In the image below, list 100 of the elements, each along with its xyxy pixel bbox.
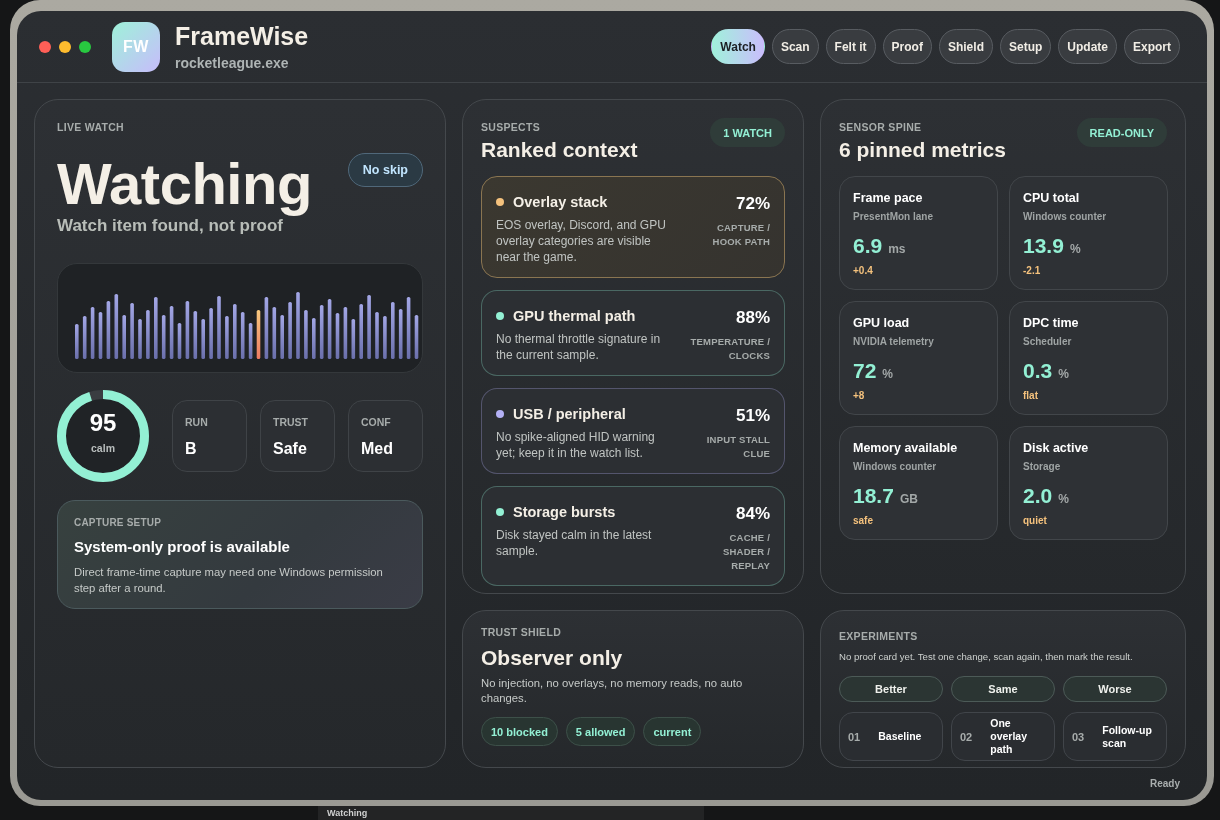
step-label: Follow-up scan: [1102, 723, 1153, 750]
experiments-hint: No proof card yet. Test one change, scan again, then mark the result.: [839, 650, 1134, 663]
step-number: 02: [960, 730, 973, 743]
section-title: Observer only: [481, 645, 624, 671]
suspect-title: Storage bursts: [513, 503, 616, 521]
metric-value: 0.3: [1023, 359, 1053, 383]
suspect-score: 72%: [735, 194, 770, 214]
metric-name: GPU load: [853, 315, 911, 331]
verdict-button[interactable]: Same: [951, 676, 1055, 702]
trust-chip: 10 blocked: [481, 717, 558, 746]
metric-name: Frame pace: [853, 190, 924, 206]
close-window-icon[interactable]: [39, 40, 51, 53]
section-label: SUSPECTS: [481, 120, 541, 134]
suspect-title: USB / peripheral: [513, 405, 626, 423]
section-title: Ranked context: [481, 137, 638, 163]
section-label: TRUST SHIELD: [481, 625, 563, 639]
suspect-score: 88%: [735, 308, 770, 328]
metric-delta: -2.1: [1023, 265, 1042, 277]
suspect-category: CAPTURE / HOOK PATH: [711, 221, 770, 249]
metric-name: Disk active: [1023, 440, 1090, 456]
stat-label: TRUST: [273, 415, 309, 429]
suspect-card[interactable]: Overlay stack EOS overlay, Discord, and GPU overlay categories are visible near the game. 72% CAPTURE / HOOK PATH: [481, 176, 785, 278]
step-label: One overlay path: [990, 717, 1029, 756]
suspect-score: 51%: [735, 406, 770, 426]
nav-tab[interactable]: Shield: [938, 29, 993, 64]
trust-chip: 5 allowed: [565, 717, 636, 746]
section-label: EXPERIMENTS: [839, 629, 919, 643]
suspect-title: GPU thermal path: [513, 307, 636, 325]
maximize-window-icon[interactable]: [79, 40, 91, 53]
process-name: rocketleague.exe: [175, 54, 290, 72]
experiment-step[interactable]: 03 Follow-up scan: [1063, 712, 1167, 761]
stat-label: RUN: [185, 415, 209, 429]
score-value: 95: [89, 410, 117, 436]
app-title: FrameWise: [175, 21, 309, 50]
metric-delta: quiet: [1023, 515, 1048, 527]
metric-source: Scheduler: [1023, 335, 1073, 348]
metric-delta: +8: [853, 390, 866, 402]
suspect-card[interactable]: Storage bursts Disk stayed calm in the latest sample. 84% CACHE / SHADER / REPLAY: [481, 486, 785, 586]
metric-unit: GB: [899, 492, 918, 506]
metric-unit: %: [1058, 367, 1069, 381]
read-only-badge: READ-ONLY: [1076, 118, 1167, 147]
section-title: 6 pinned metrics: [839, 137, 1006, 163]
step-number: 01: [848, 730, 861, 743]
metric-value: 2.0: [1023, 484, 1053, 508]
suspect-title: Overlay stack: [513, 193, 608, 211]
metric-value: 6.9: [853, 234, 883, 258]
metric-source: PresentMon lane: [853, 210, 935, 223]
metric-delta: flat: [1023, 390, 1039, 402]
step-number: 03: [1072, 730, 1085, 743]
metric-unit: %: [1058, 492, 1069, 506]
metric-unit: %: [882, 367, 894, 381]
nav-tab[interactable]: Update: [1058, 29, 1117, 64]
nav-tab[interactable]: Export: [1124, 29, 1180, 64]
status-text: Ready: [1150, 777, 1180, 789]
metric-delta: +0.4: [853, 265, 874, 277]
card-title: System-only proof is available: [74, 537, 291, 556]
minimize-window-icon[interactable]: [59, 40, 71, 53]
suspect-category: CACHE / SHADER / REPLAY: [722, 531, 770, 573]
watch-summary: Watch item found, not proof: [57, 216, 284, 236]
metric-source: Storage: [1023, 460, 1062, 473]
stat-label: CONF: [361, 415, 392, 429]
suspect-score: 84%: [735, 504, 770, 524]
nav-tab[interactable]: Watch: [711, 29, 765, 64]
metric-source: Windows counter: [1023, 210, 1108, 223]
suspect-category: TEMPERATURE / CLOCKS: [689, 335, 770, 363]
no-skip-pill[interactable]: No skip: [347, 153, 423, 187]
nav-tab[interactable]: Setup: [999, 29, 1052, 64]
metric-value: 13.9: [1023, 234, 1064, 258]
card-description: Direct frame-time capture may need one Windows permission step after a round.: [74, 565, 384, 596]
trust-chip: current: [643, 717, 702, 746]
nav-tab[interactable]: Felt it: [825, 29, 876, 64]
stat-value: Safe: [273, 439, 308, 458]
app-logo: FW: [112, 21, 160, 72]
section-description: No injection, no overlays, no memory reads, no auto changes.: [481, 676, 744, 706]
suspect-description: No thermal throttle signature in the current sample.: [496, 331, 662, 363]
metric-name: DPC time: [1023, 315, 1080, 331]
step-label: Baseline: [878, 730, 922, 743]
suspect-card[interactable]: USB / peripheral No spike-aligned HID warning yet; keep it in the watch list. 51% INPUT STALL CLUE: [481, 388, 785, 474]
experiment-step[interactable]: 01 Baseline: [839, 712, 943, 761]
score-caption: calm: [91, 442, 115, 454]
watch-status-heading: Watching: [57, 153, 312, 215]
suspect-category: INPUT STALL CLUE: [705, 433, 770, 461]
stat-value: Med: [361, 439, 394, 458]
suspect-description: No spike-aligned HID warning yet; keep it in the watch list.: [496, 429, 656, 461]
nav-tab[interactable]: Scan: [771, 29, 819, 64]
nav-tab[interactable]: Proof: [882, 29, 932, 64]
section-label: SENSOR SPINE: [839, 120, 923, 134]
card-label: CAPTURE SETUP: [74, 516, 163, 530]
background-window-title: Watching: [327, 807, 368, 819]
watch-count-badge: 1 WATCH: [710, 118, 785, 147]
suspect-description: Disk stayed calm in the latest sample.: [496, 527, 653, 559]
stat-value: B: [185, 439, 198, 458]
metric-value: 72: [853, 359, 877, 383]
metric-value: 18.7: [853, 484, 894, 508]
verdict-button[interactable]: Better: [839, 676, 943, 702]
verdict-button[interactable]: Worse: [1063, 676, 1167, 702]
suspect-card[interactable]: GPU thermal path No thermal throttle signature in the current sample. 88% TEMPERATURE / CLOCKS: [481, 290, 785, 376]
experiment-step[interactable]: 02 One overlay path: [951, 712, 1055, 761]
suspect-description: EOS overlay, Discord, and GPU overlay categories are visible near the game.: [496, 217, 667, 265]
metric-unit: %: [1069, 242, 1081, 256]
